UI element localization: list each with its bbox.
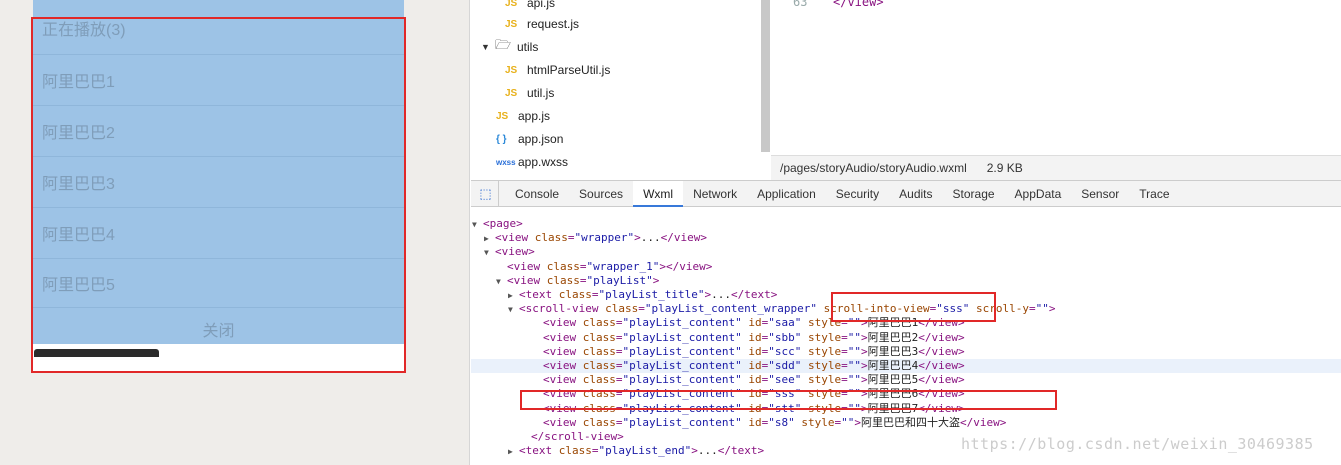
file-name: app.js: [518, 109, 551, 123]
file-name: request.js: [527, 17, 580, 31]
wxml-node-text: <view class="playList">: [507, 273, 660, 287]
wxml-node-text: <view class="playList_content" id="scc" …: [543, 344, 965, 358]
devtools-tabbar: ⬚ Console Sources Wxml Network Applicati…: [471, 180, 1341, 207]
wxml-node[interactable]: <view class="playList_content" id="scc" …: [471, 345, 1341, 359]
inspect-element-icon[interactable]: ⬚: [473, 180, 499, 207]
file-path: /pages/storyAudio/storyAudio.wxml: [780, 161, 967, 175]
wxml-tree[interactable]: ▼ <page> ▶ <view class="wrapper">...</view>…: [471, 208, 1341, 465]
status-bar: /pages/storyAudio/storyAudio.wxml 2.9 KB: [771, 155, 1341, 180]
code-editor[interactable]: 63 </view>: [771, 0, 1341, 155]
js-file-icon: JS: [505, 0, 518, 9]
wxml-node-text: </scroll-view>: [531, 430, 624, 443]
expand-arrow-icon[interactable]: ▶: [484, 232, 495, 246]
json-file-icon: { }: [496, 133, 507, 145]
tab-wxml[interactable]: Wxml: [633, 180, 684, 207]
wxml-node[interactable]: <view class="wrapper_1"></view>: [471, 260, 1341, 274]
wxml-node-text: <text class="playList_title">...</text>: [519, 288, 778, 301]
file-item[interactable]: { } app.json: [496, 128, 563, 150]
file-name: app.json: [518, 132, 564, 146]
tab-application[interactable]: Application: [747, 181, 826, 207]
file-item[interactable]: JS htmlParseUtil.js: [505, 59, 610, 81]
file-item[interactable]: JS request.js: [505, 13, 579, 35]
wxml-node[interactable]: <view class="playList_content" id="sbb" …: [471, 331, 1341, 345]
wxml-node-text: <view class="playList_content" id="sdd" …: [543, 359, 965, 372]
tab-network[interactable]: Network: [683, 181, 747, 207]
tab-console[interactable]: Console: [505, 181, 569, 207]
js-file-icon: JS: [505, 87, 518, 99]
wxml-node-text: <view class="playList_content" id="sbb" …: [543, 330, 965, 344]
code-line: </view>: [833, 0, 884, 9]
tab-sources[interactable]: Sources: [569, 181, 633, 207]
file-item[interactable]: JS app.js: [496, 105, 550, 127]
file-name: htmlParseUtil.js: [527, 63, 611, 77]
file-item[interactable]: JS util.js: [505, 82, 554, 104]
wxml-node[interactable]: <view class="playList_content" id="s8" s…: [471, 416, 1341, 430]
js-file-icon: JS: [505, 64, 518, 76]
collapse-arrow-icon[interactable]: ▼: [472, 218, 483, 232]
tab-security[interactable]: Security: [826, 181, 889, 207]
line-number: 63: [793, 0, 808, 9]
watermark: https://blog.csdn.net/weixin_30469385: [961, 435, 1314, 453]
tab-trace[interactable]: Trace: [1129, 181, 1179, 207]
scrollbar[interactable]: [761, 0, 770, 152]
file-item[interactable]: JS api.js: [505, 0, 555, 14]
file-name: app.wxss: [518, 155, 569, 169]
file-size: 2.9 KB: [986, 161, 1023, 175]
wxml-node-text: <view class="playList_content" id="see" …: [543, 373, 965, 387]
wxml-node[interactable]: ▼ <page>: [471, 217, 1341, 231]
wxml-node[interactable]: <view class="playList_content" id="see" …: [471, 373, 1341, 387]
highlight-box: [520, 390, 1057, 410]
wxml-node-text: <view class="playList_content" id="s8" s…: [543, 415, 1007, 429]
wxml-node[interactable]: <view class="playList_content" id="sdd" …: [471, 359, 1341, 373]
file-item[interactable]: wxss app.wxss: [496, 151, 568, 173]
devtools-window: 正在播放(3) 阿里巴巴1 阿里巴巴2 阿里巴巴3 阿里巴巴4 阿里巴巴5 关闭…: [0, 0, 1341, 465]
expand-arrow-icon[interactable]: ▼: [481, 42, 495, 52]
simulator-panel: 正在播放(3) 阿里巴巴1 阿里巴巴2 阿里巴巴3 阿里巴巴4 阿里巴巴5 关闭: [0, 0, 470, 465]
wxml-node-text: <text class="playList_end">...</text>: [519, 444, 765, 458]
wxml-node-text: <page>: [483, 217, 523, 230]
folder-icon: 🗁: [495, 37, 512, 52]
wxss-file-icon: wxss: [496, 157, 516, 167]
file-name: util.js: [527, 86, 555, 100]
folder-item[interactable]: ▼ 🗁 utils: [481, 36, 538, 58]
wxml-node[interactable]: ▼ <view>: [471, 245, 1341, 259]
tab-sensor[interactable]: Sensor: [1071, 181, 1129, 207]
highlight-box: [831, 292, 996, 322]
highlight-box: [31, 17, 406, 373]
wxml-node-text: <view class="wrapper">...</view>: [495, 231, 707, 245]
tab-appdata[interactable]: AppData: [1005, 181, 1072, 207]
devtools-panel: ⬚ Console Sources Wxml Network Applicati…: [471, 180, 1341, 465]
wxml-node[interactable]: ▼ <view class="playList">: [471, 274, 1341, 288]
collapse-arrow-icon[interactable]: ▼: [484, 246, 495, 260]
js-file-icon: JS: [505, 18, 518, 30]
expand-arrow-icon[interactable]: ▶: [508, 289, 519, 303]
expand-arrow-icon[interactable]: ▶: [508, 445, 519, 459]
tab-audits[interactable]: Audits: [889, 181, 942, 207]
file-name: api.js: [527, 0, 556, 10]
collapse-arrow-icon[interactable]: ▼: [508, 303, 519, 317]
wxml-node[interactable]: ▶ <view class="wrapper">...</view>: [471, 231, 1341, 245]
file-tree: JS api.js JS request.js ▼ 🗁 utils JS htmlPars…: [471, 0, 770, 180]
wxml-node-text: <view>: [495, 245, 535, 259]
wxml-node-text: <view class="wrapper_1"></view>: [507, 259, 713, 273]
js-file-icon: JS: [496, 110, 509, 122]
folder-name: utils: [517, 40, 539, 54]
tab-storage[interactable]: Storage: [943, 181, 1005, 207]
collapse-arrow-icon[interactable]: ▼: [496, 275, 507, 289]
